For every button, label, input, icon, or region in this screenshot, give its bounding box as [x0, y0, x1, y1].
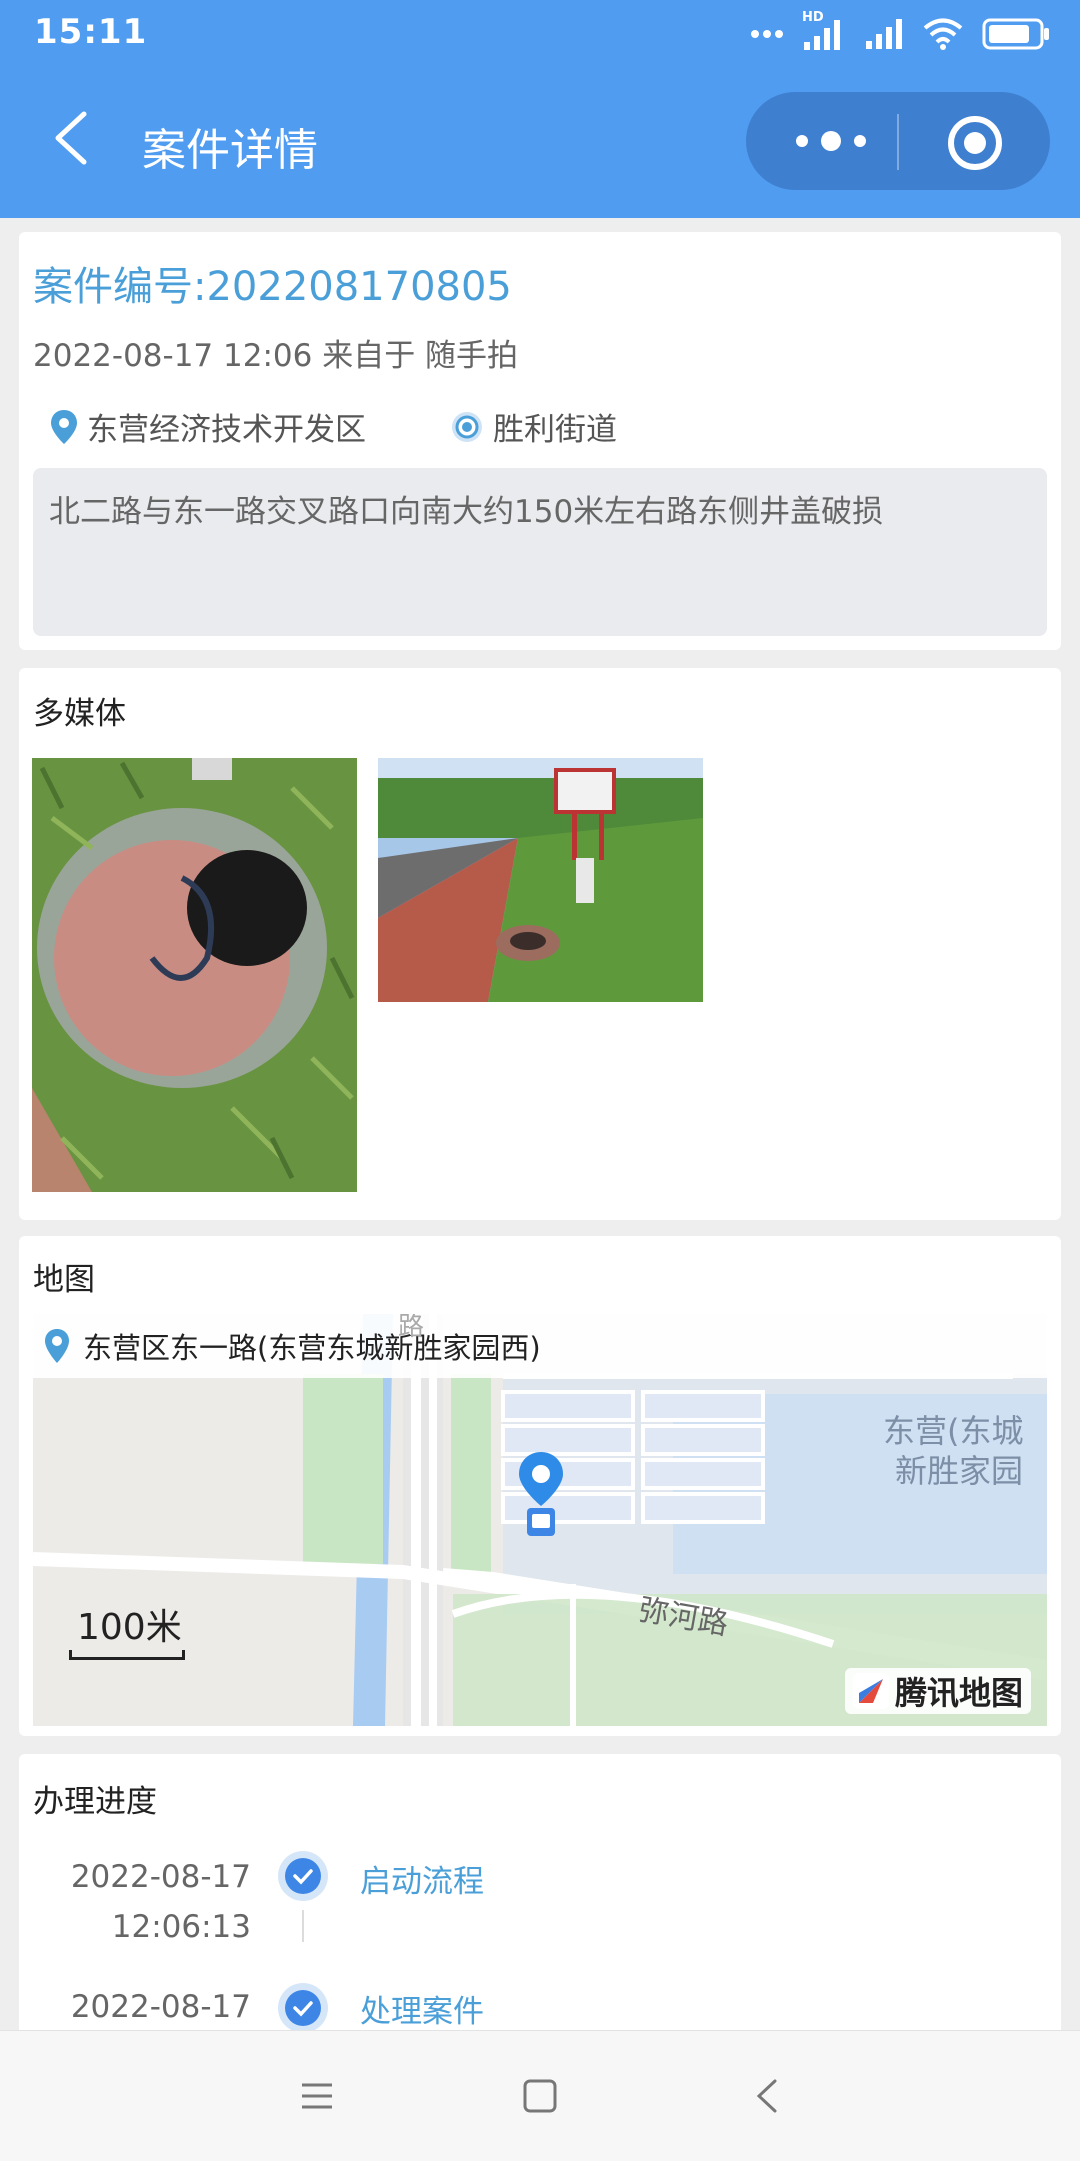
map-area-label-2: 新胜家园 — [895, 1452, 1024, 1490]
map-road-top-label: 路 — [398, 1314, 425, 1342]
target-location-icon — [452, 411, 482, 442]
location-pin-icon — [51, 409, 77, 444]
district-tag: 东营经济技术开发区 — [49, 404, 366, 449]
step-date-day: 2022-08-17 — [70, 1989, 251, 2025]
map-card: 地图 东营区东一路(东营东城新胜家园西) 路 东营(东城 新胜家园 弥河路 10… — [19, 1236, 1061, 1736]
step-date: 2022-08-17 — [19, 1982, 251, 2032]
check-circle-icon — [278, 1983, 328, 2033]
miniprogram-capsule — [746, 92, 1050, 190]
step-date-time: 12:06:13 — [111, 1909, 251, 1945]
location-map[interactable]: 东营区东一路(东营东城新胜家园西) 路 东营(东城 新胜家园 弥河路 100米 … — [33, 1314, 1047, 1726]
step-label[interactable]: 启动流程 — [360, 1856, 484, 1901]
case-description: 北二路与东一路交叉路口向南大约150米左右路东侧井盖破损 — [33, 468, 1047, 636]
signal-icon — [866, 19, 902, 49]
status-icons: HD — [750, 10, 1050, 56]
signal-hd-icon: HD — [802, 10, 846, 52]
map-provider-name: 腾讯地图 — [894, 1674, 1023, 1712]
close-miniprogram-icon[interactable] — [946, 114, 1004, 172]
status-time: 15:11 — [34, 12, 148, 52]
app-header: 案件详情 — [0, 66, 1080, 218]
more-dots-icon — [751, 30, 783, 38]
map-provider-logo: 腾讯地图 — [844, 1668, 1031, 1714]
map-scale-bar — [69, 1650, 185, 1660]
progress-section-title: 办理进度 — [33, 1784, 157, 1820]
district-label: 东营经济技术开发区 — [87, 412, 366, 448]
menu-icon[interactable] — [292, 2071, 342, 2121]
back-arrow-icon[interactable] — [44, 108, 104, 168]
photo-broken-manhole-closeup[interactable] — [32, 758, 357, 1192]
photo-manhole-sidewalk[interactable] — [378, 758, 703, 1002]
step-date-day: 2022-08-17 — [70, 1859, 251, 1895]
map-pin-icon — [45, 1329, 69, 1363]
map-marker-icon — [519, 1452, 563, 1536]
check-circle-icon — [278, 1851, 328, 1901]
step-label[interactable]: 处理案件 — [360, 1986, 484, 2031]
map-address: 东营区东一路(东营东城新胜家园西) — [83, 1331, 541, 1365]
battery-icon — [982, 18, 1049, 50]
home-icon[interactable] — [515, 2071, 565, 2121]
media-section-title: 多媒体 — [33, 696, 126, 732]
map-address-bar: 东营区东一路(东营东城新胜家园西) — [33, 1314, 1047, 1378]
system-nav-bar — [0, 2030, 1080, 2161]
case-number: 案件编号:202208170805 — [33, 264, 512, 310]
tencent-map-compass-icon — [852, 1673, 889, 1709]
street-label: 胜利街道 — [493, 412, 617, 448]
case-meta: 2022-08-17 12:06 来自于 随手拍 — [33, 338, 519, 374]
map-section-title: 地图 — [33, 1262, 95, 1298]
back-nav-icon[interactable] — [743, 2071, 793, 2121]
step-date: 2022-08-17 12:06:13 — [19, 1852, 251, 1952]
page-title: 案件详情 — [142, 125, 318, 176]
case-info-card: 案件编号:202208170805 2022-08-17 12:06 来自于 随… — [19, 232, 1061, 650]
timeline-connector — [302, 1910, 304, 1942]
map-scale-label: 100米 — [77, 1607, 182, 1648]
media-card: 多媒体 — [19, 668, 1061, 1220]
wifi-icon — [923, 18, 963, 50]
status-bar: 15:11 HD — [0, 0, 1080, 66]
more-menu-icon[interactable] — [790, 124, 872, 158]
street-tag: 胜利街道 — [449, 404, 617, 449]
capsule-divider — [897, 114, 899, 170]
